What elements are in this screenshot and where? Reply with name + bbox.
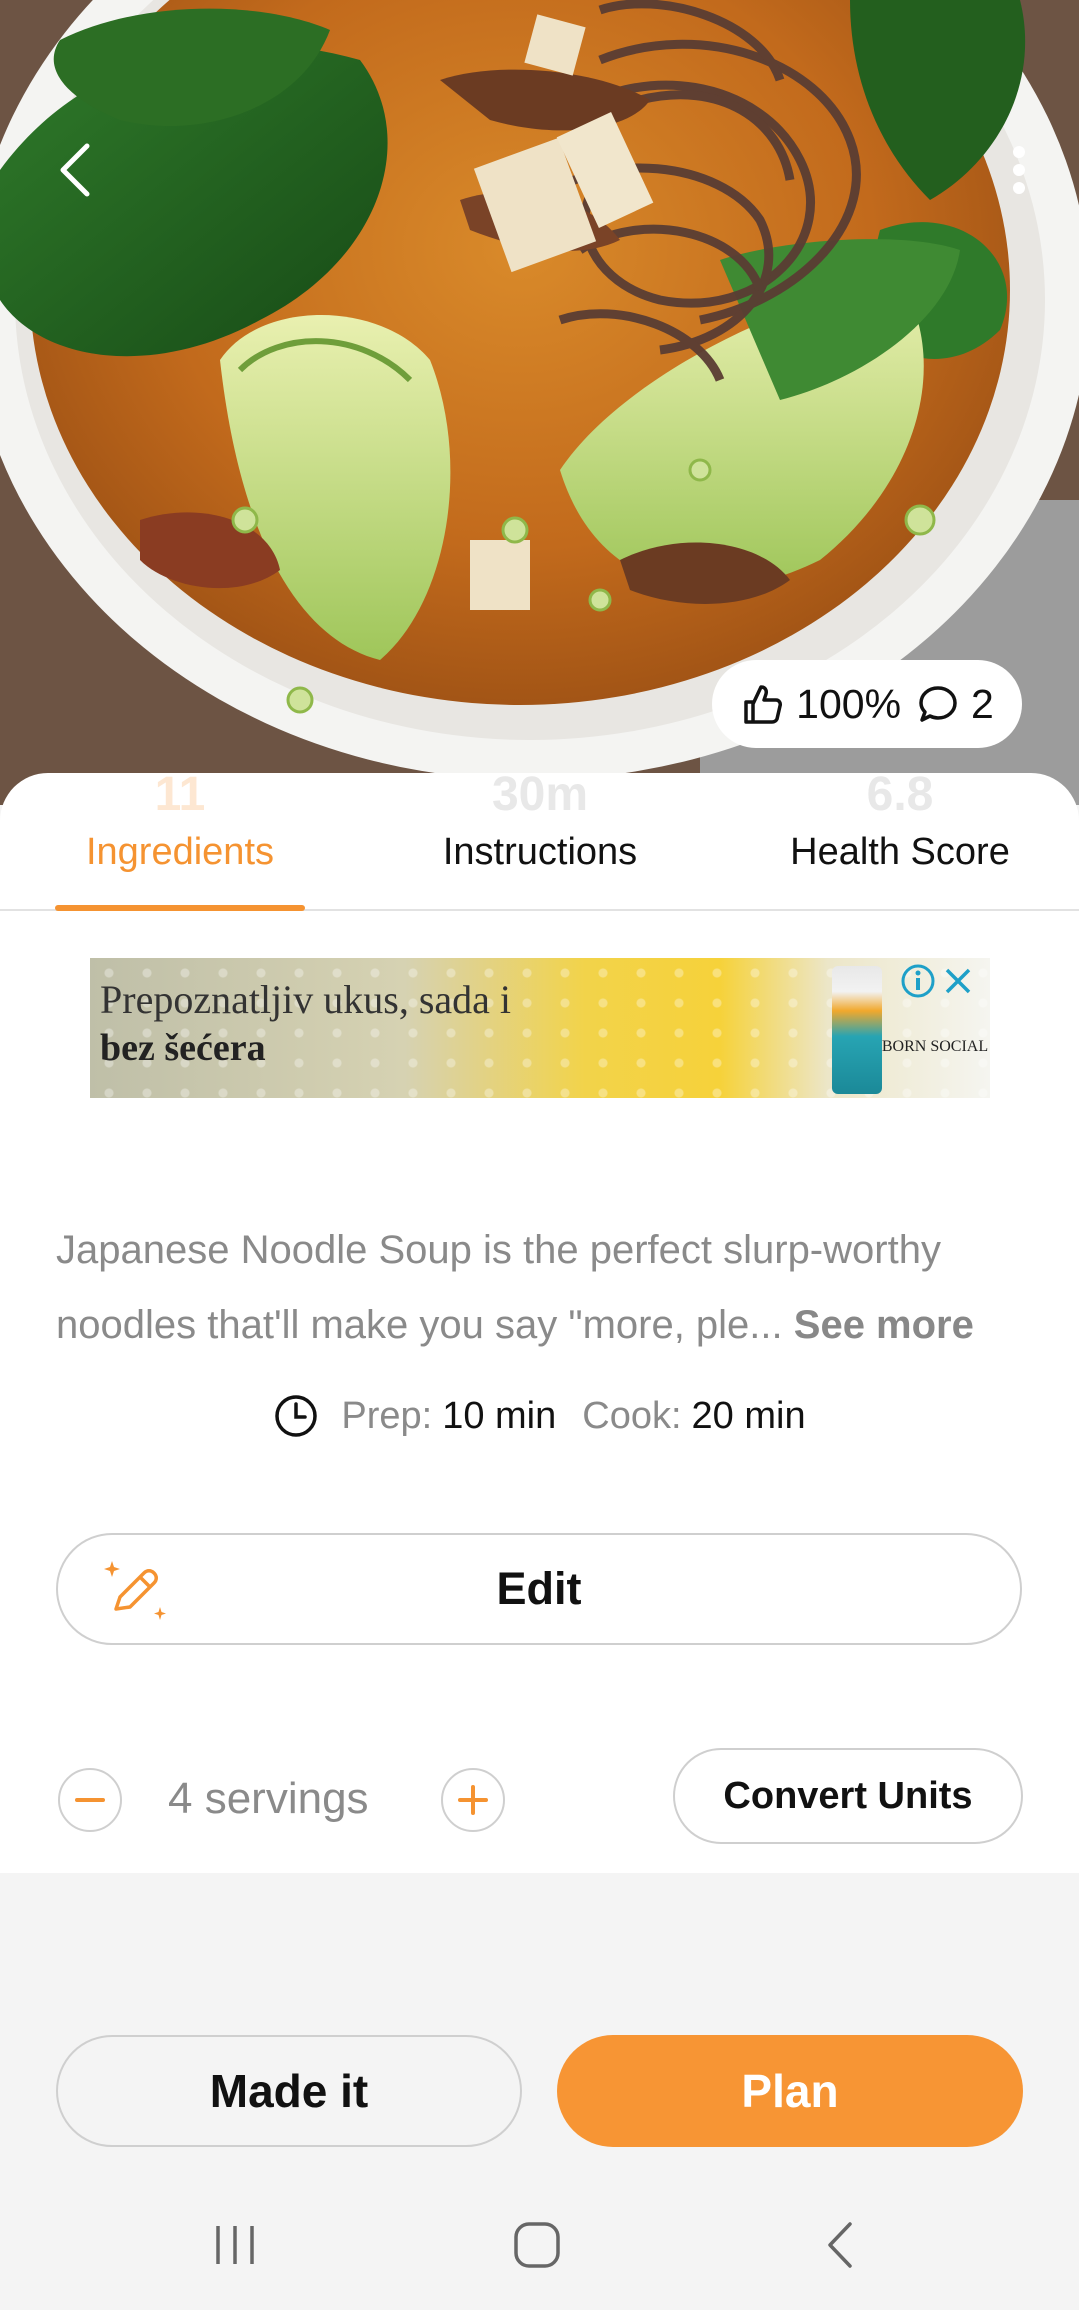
see-more-link[interactable]: See more: [794, 1303, 974, 1347]
made-it-button[interactable]: Made it: [56, 2035, 522, 2147]
active-tab-indicator: [55, 905, 305, 911]
plan-button[interactable]: Plan: [557, 2035, 1023, 2147]
back-arrow-icon: [828, 2222, 852, 2268]
home-button[interactable]: [492, 2210, 582, 2280]
recent-apps-icon: [216, 2226, 254, 2264]
chevron-left-icon: [60, 143, 90, 197]
servings-row: 4 servings Convert Units: [0, 1748, 1079, 1848]
plus-icon: [458, 1785, 488, 1815]
comment-icon: [919, 686, 957, 722]
increase-servings-button[interactable]: [441, 1768, 505, 1832]
prep-cook-times: Prep: 10 min Cook: 20 min: [0, 1393, 1079, 1439]
tab-health-score[interactable]: 6.8 Health Score: [760, 773, 1040, 911]
ad-headline-line1: Prepoznatljiv ukus, sada i: [100, 977, 512, 1022]
tab-ingredients[interactable]: 11 Ingredients: [40, 773, 320, 911]
recipe-tabs: 11 Ingredients 30m Instructions 6.8 Heal…: [0, 773, 1079, 911]
magic-pencil-icon: [104, 1561, 166, 1620]
close-icon[interactable]: [942, 965, 974, 997]
ad-choices[interactable]: [900, 963, 974, 999]
home-icon: [514, 2222, 560, 2268]
ingredients-count: 11: [154, 773, 206, 813]
rating-comments-pill[interactable]: 100% 2: [712, 660, 1022, 748]
tab-instructions-label: Instructions: [442, 831, 638, 873]
ad-product-can: [832, 966, 882, 1094]
recent-apps-button[interactable]: [190, 2210, 280, 2280]
cook-label: Cook:: [582, 1394, 682, 1437]
system-navigation-bar: [0, 2190, 1079, 2310]
edit-button[interactable]: Edit: [56, 1533, 1022, 1645]
system-back-button[interactable]: [795, 2210, 885, 2280]
health-score-value: 6.8: [866, 773, 934, 813]
minus-icon: [75, 1798, 105, 1802]
likes-group[interactable]: 100%: [740, 681, 901, 728]
ad-headline-line2: bez šećera: [100, 1027, 266, 1069]
recipe-description: Japanese Noodle Soup is the perfect slur…: [56, 1213, 1036, 1363]
cook-value: 20 min: [691, 1394, 806, 1437]
prep-value: 10 min: [442, 1394, 557, 1437]
convert-units-button[interactable]: Convert Units: [673, 1748, 1023, 1844]
comments-count: 2: [971, 680, 994, 727]
servings-count: 4 servings: [168, 1774, 369, 1823]
edit-button-label: Edit: [496, 1563, 582, 1614]
thumbs-up-icon: [744, 685, 783, 724]
comments-group[interactable]: 2: [917, 681, 994, 728]
more-options-button[interactable]: [979, 130, 1059, 210]
tab-ingredients-label: Ingredients: [85, 831, 274, 873]
more-vertical-icon: [1013, 146, 1025, 194]
info-icon[interactable]: [900, 963, 936, 999]
tab-instructions[interactable]: 30m Instructions: [400, 773, 680, 911]
ad-brand: BORN SOCIAL: [881, 1038, 989, 1055]
likes-percentage: 100%: [796, 680, 902, 727]
ad-banner[interactable]: Prepoznatljiv ukus, sada i bez šećera BO…: [90, 958, 990, 1098]
recipe-detail-sheet: 11 Ingredients 30m Instructions 6.8 Heal…: [0, 773, 1079, 1873]
tab-health-score-label: Health Score: [790, 831, 1010, 873]
clock-icon: [275, 1395, 318, 1437]
prep-label: Prep:: [341, 1394, 433, 1437]
total-time: 30m: [491, 773, 589, 813]
recipe-hero-image: 100% 2: [0, 0, 1079, 805]
back-button[interactable]: [35, 130, 115, 210]
decrease-servings-button[interactable]: [58, 1768, 122, 1832]
